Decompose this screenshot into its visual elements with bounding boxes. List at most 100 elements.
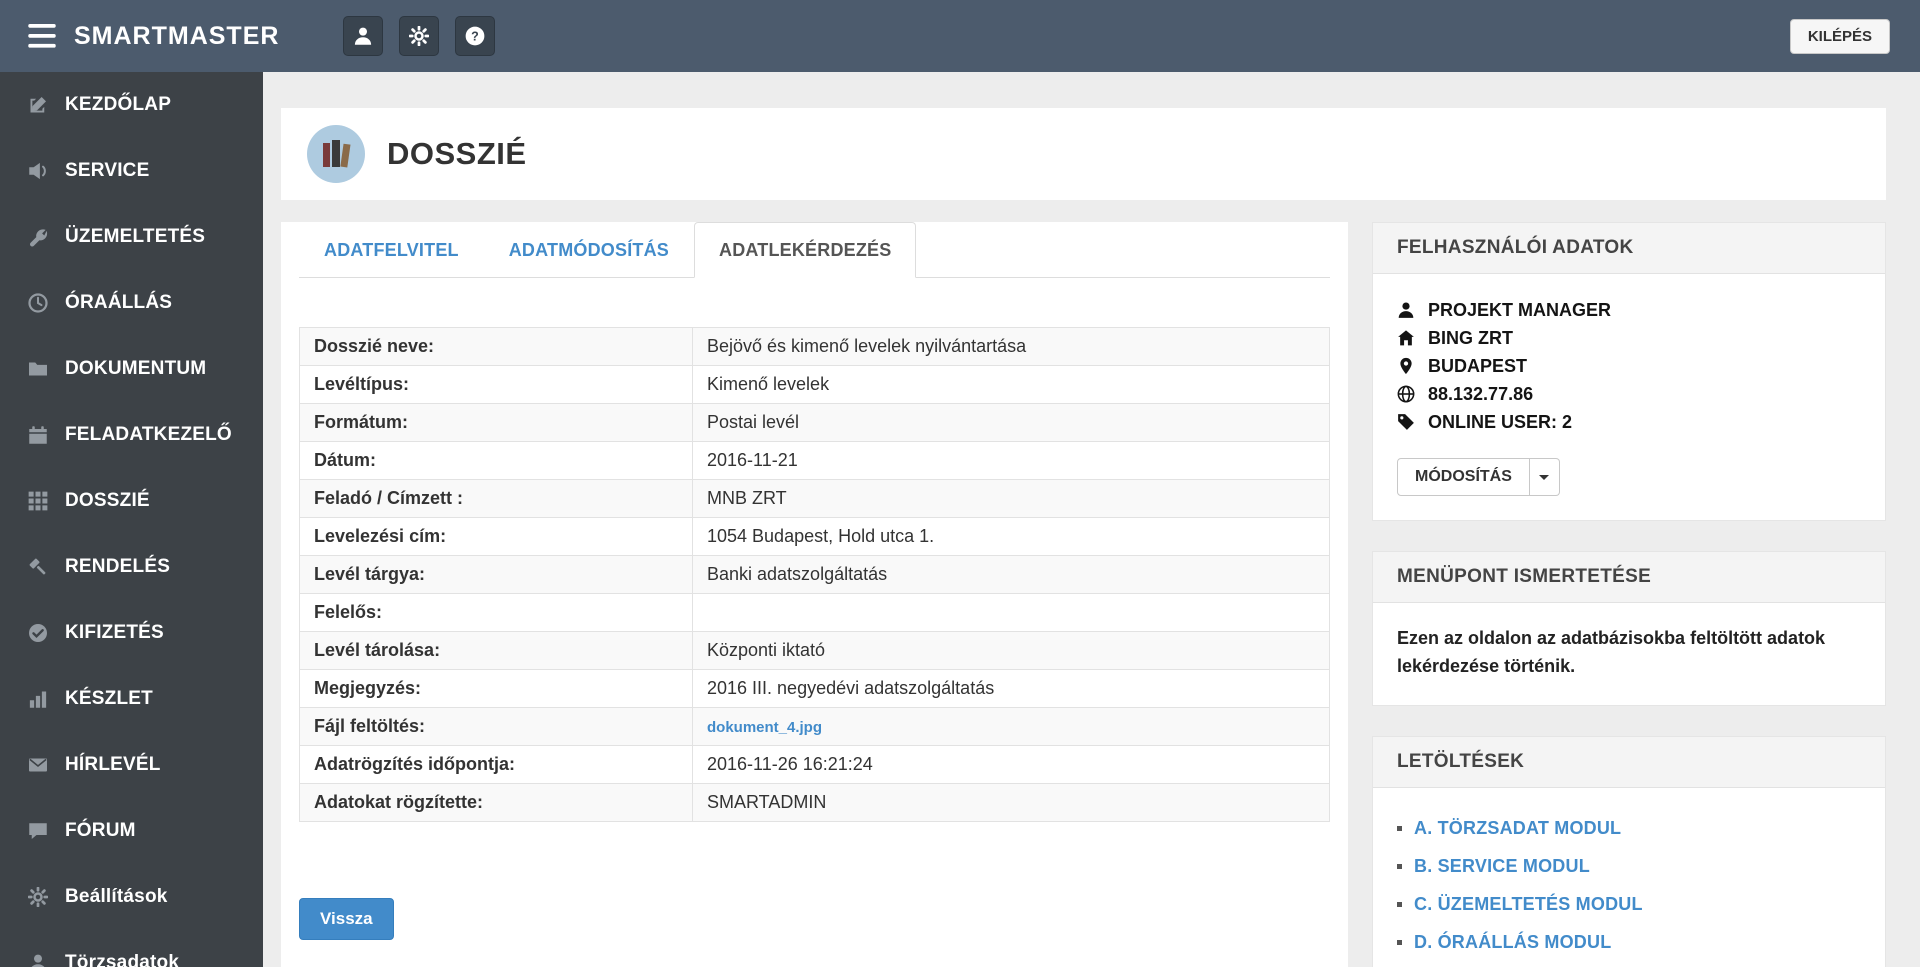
row-label: Levelezési cím:	[299, 517, 693, 556]
download-item: A. TÖRZSADAT MODUL	[1397, 810, 1861, 848]
bullet-icon	[1397, 940, 1402, 946]
modify-button[interactable]: MÓDOSÍTÁS	[1397, 458, 1530, 496]
download-item: E. DOKUMENTUM MODUL	[1397, 962, 1861, 967]
page-header: DOSSZIÉ	[281, 108, 1886, 200]
table-row: Levél tárolása: Központi iktató	[299, 631, 1330, 670]
row-label: Adatokat rögzítette:	[299, 783, 693, 822]
menu-info-panel-title: MENÜPONT ISMERTETÉSE	[1373, 552, 1885, 603]
table-row: Fájl feltöltés: dokument_4.jpg	[299, 707, 1330, 746]
row-value: Banki adatszolgáltatás	[692, 555, 1330, 594]
row-label: Adatrögzítés időpontja:	[299, 745, 693, 784]
row-value: SMARTADMIN	[692, 783, 1330, 822]
gear-icon	[409, 26, 430, 46]
right-column: FELHASZNÁLÓI ADATOK PROJEKT MANAGER BING…	[1372, 222, 1886, 967]
row-label: Levél tárgya:	[299, 555, 693, 594]
modify-dropdown-toggle[interactable]	[1529, 458, 1560, 496]
row-label: Formátum:	[299, 403, 693, 442]
logout-button[interactable]: KILÉPÉS	[1789, 18, 1890, 54]
sidebar-item-label: DOKUMENTUM	[65, 358, 207, 379]
sidebar-item-forum[interactable]: FÓRUM	[0, 798, 263, 864]
bar-chart-icon	[28, 689, 48, 709]
tab-adatfelvitel[interactable]: ADATFELVITEL	[299, 222, 484, 278]
sidebar-item-kifizetes[interactable]: KIFIZETÉS	[0, 600, 263, 666]
sidebar-item-dokumentum[interactable]: DOKUMENTUM	[0, 336, 263, 402]
user-icon	[353, 26, 373, 46]
tab-bar: ADATFELVITEL ADATMÓDOSÍTÁS ADATLEKÉRDEZÉ…	[299, 222, 1330, 278]
tab-adatmodositas[interactable]: ADATMÓDOSÍTÁS	[484, 222, 694, 278]
sidebar-item-kezdolap[interactable]: KEZDŐLAP	[0, 72, 263, 138]
downloads-panel: LETÖLTÉSEK A. TÖRZSADAT MODUL B. SERVICE…	[1372, 735, 1886, 967]
row-label: Dátum:	[299, 441, 693, 480]
sidebar-item-feladatkezelo[interactable]: FELADATKEZELŐ	[0, 402, 263, 468]
sidebar-item-label: ÓRAÁLLÁS	[65, 292, 173, 313]
sidebar-item-label: SERVICE	[65, 160, 150, 181]
bullet-icon	[1397, 902, 1402, 908]
table-row: Adatokat rögzítette: SMARTADMIN	[299, 783, 1330, 822]
sidebar-item-keszlet[interactable]: KÉSZLET	[0, 666, 263, 732]
sidebar-item-beallitasok[interactable]: Beállítások	[0, 864, 263, 930]
user-data-panel: FELHASZNÁLÓI ADATOK PROJEKT MANAGER BING…	[1372, 222, 1886, 521]
download-link-uzemeltetes[interactable]: C. ÜZEMELTETÉS MODUL	[1414, 894, 1643, 915]
sidebar-item-label: FELADATKEZELŐ	[65, 424, 232, 445]
wrench-icon	[28, 227, 48, 247]
menu-info-panel: MENÜPONT ISMERTETÉSE Ezen az oldalon az …	[1372, 551, 1886, 706]
sidebar-item-label: Törzsadatok	[65, 952, 180, 967]
clock-icon	[28, 293, 48, 313]
menu-toggle-icon[interactable]	[28, 24, 56, 48]
profile-button[interactable]	[343, 16, 384, 56]
sidebar-item-hirlevel[interactable]: HÍRLEVÉL	[0, 732, 263, 798]
sidebar-item-label: DOSSZIÉ	[65, 490, 150, 511]
download-link-service[interactable]: B. SERVICE MODUL	[1414, 856, 1590, 877]
globe-icon	[1397, 385, 1415, 403]
dossier-books-icon	[307, 125, 365, 183]
sidebar-item-torzsadatok[interactable]: Törzsadatok	[0, 930, 263, 967]
table-row: Levelezési cím: 1054 Budapest, Hold utca…	[299, 517, 1330, 556]
table-row: Adatrögzítés időpontja: 2016-11-26 16:21…	[299, 745, 1330, 784]
envelope-icon	[28, 755, 48, 775]
help-button[interactable]: ?	[455, 16, 496, 56]
user-info-role: PROJEKT MANAGER	[1397, 296, 1861, 324]
user-info-city: BUDAPEST	[1397, 352, 1861, 380]
row-value: Központi iktató	[692, 631, 1330, 670]
table-row: Dosszié neve: Bejövő és kimenő levelek n…	[299, 327, 1330, 366]
topbar-buttons: ?	[343, 16, 496, 56]
download-link-oraallas[interactable]: D. ÓRAÁLLÁS MODUL	[1414, 932, 1611, 953]
sidebar-item-oraallas[interactable]: ÓRAÁLLÁS	[0, 270, 263, 336]
download-link-torzsadat[interactable]: A. TÖRZSADAT MODUL	[1414, 818, 1621, 839]
main-content: DOSSZIÉ ADATFELVITEL ADATMÓDOSÍTÁS ADATL…	[263, 72, 1920, 967]
row-label: Fájl feltöltés:	[299, 707, 693, 746]
file-download-link[interactable]: dokument_4.jpg	[707, 719, 822, 736]
gear-icon	[28, 887, 48, 907]
menu-info-text: Ezen az oldalon az adatbázisokba feltölt…	[1397, 628, 1826, 676]
row-label: Levéltípus:	[299, 365, 693, 404]
sidebar-item-dosszie[interactable]: DOSSZIÉ	[0, 468, 263, 534]
row-value: MNB ZRT	[692, 479, 1330, 518]
row-value	[692, 593, 1330, 632]
sidebar-item-service[interactable]: SERVICE	[0, 138, 263, 204]
table-row: Felelős:	[299, 593, 1330, 632]
sidebar-item-label: ÜZEMELTETÉS	[65, 226, 206, 247]
user-info-text: BUDAPEST	[1428, 355, 1528, 376]
home-icon	[1397, 329, 1415, 347]
svg-text:?: ?	[472, 30, 480, 44]
topbar: SMARTMASTER ? KILÉPÉS	[0, 0, 1920, 72]
sidebar-item-uzemeltetes[interactable]: ÜZEMELTETÉS	[0, 204, 263, 270]
back-button[interactable]: Vissza	[299, 898, 394, 940]
settings-button[interactable]	[399, 16, 440, 56]
sidebar-item-label: FÓRUM	[65, 820, 136, 841]
tag-icon	[1397, 413, 1415, 431]
tab-adatlekerdezes[interactable]: ADATLEKÉRDEZÉS	[694, 222, 917, 278]
table-row: Formátum: Postai levél	[299, 403, 1330, 442]
sidebar-item-label: KIFIZETÉS	[65, 622, 164, 643]
row-label: Levél tárolása:	[299, 631, 693, 670]
sidebar-item-rendeles[interactable]: RENDELÉS	[0, 534, 263, 600]
row-label: Megjegyzés:	[299, 669, 693, 708]
user-data-panel-title: FELHASZNÁLÓI ADATOK	[1373, 223, 1885, 274]
page-title: DOSSZIÉ	[387, 136, 527, 171]
user-info-ip: 88.132.77.86	[1397, 380, 1861, 408]
table-row: Megjegyzés: 2016 III. negyedévi adatszol…	[299, 669, 1330, 708]
check-circle-icon	[28, 623, 48, 643]
download-item: B. SERVICE MODUL	[1397, 848, 1861, 886]
row-label: Feladó / Címzett :	[299, 479, 693, 518]
table-row: Dátum: 2016-11-21	[299, 441, 1330, 480]
